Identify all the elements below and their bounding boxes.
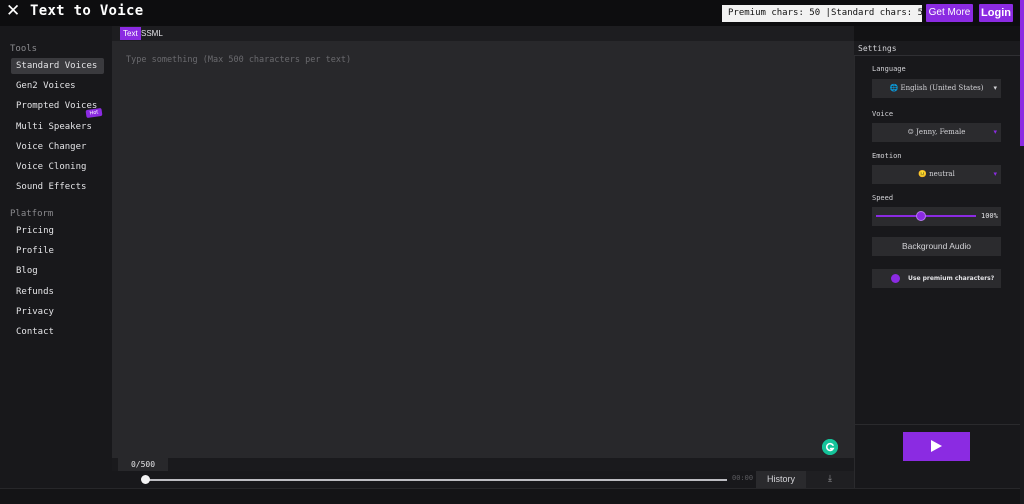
sidebar-item-pricing[interactable]: Pricing	[11, 223, 104, 239]
bottom-bar	[0, 488, 1024, 504]
sidebar-item-sound-effects[interactable]: Sound Effects	[11, 179, 104, 195]
background-audio-button[interactable]: Background Audio	[872, 237, 1001, 256]
sidebar-item-profile[interactable]: Profile	[11, 243, 104, 259]
premium-characters-toggle[interactable]: Use premium characters?	[872, 269, 1001, 288]
sidebar-item-contact[interactable]: Contact	[11, 324, 104, 340]
speed-value: 100%	[981, 212, 998, 220]
sidebar-item-privacy[interactable]: Privacy	[11, 304, 104, 320]
speed-track[interactable]	[876, 215, 976, 217]
play-button[interactable]	[903, 432, 970, 461]
sidebar-item-refunds[interactable]: Refunds	[11, 284, 104, 300]
playback-time: 00:00	[732, 474, 754, 482]
chevron-down-icon: ▾	[993, 128, 997, 136]
page-title: Text to Voice	[30, 3, 144, 19]
scrollbar-thumb[interactable]	[1020, 0, 1024, 146]
scrollbar[interactable]	[1020, 0, 1024, 504]
premium-toggle-label: Use premium characters?	[908, 275, 995, 282]
chevron-down-icon: ▾	[993, 170, 997, 178]
language-select[interactable]: 🌐 English (United States) ▾	[872, 79, 1001, 98]
text-input[interactable]	[112, 41, 854, 458]
emotion-select[interactable]: 😐 neutral ▾	[872, 165, 1001, 184]
sidebar-item-blog[interactable]: Blog	[11, 263, 104, 279]
history-button[interactable]: History	[756, 471, 806, 488]
toggle-radio-icon[interactable]	[891, 274, 900, 283]
character-counter: 0/500	[118, 458, 168, 471]
app-root: ✕ Text to Voice Premium chars: 50 |Stand…	[0, 0, 1024, 504]
sidebar-item-standard-voices[interactable]: Standard Voices	[11, 58, 104, 74]
text-editor-panel	[112, 41, 854, 458]
play-icon	[931, 440, 942, 452]
sidebar-item-multi-speakers[interactable]: Multi Speakers	[11, 119, 104, 135]
login-button[interactable]: Login	[979, 4, 1013, 22]
sidebar-item-voice-cloning[interactable]: Voice Cloning	[11, 159, 104, 175]
top-bar: ✕ Text to Voice Premium chars: 50 |Stand…	[0, 0, 1024, 26]
sidebar-section-tools: Tools	[10, 44, 38, 54]
audio-player: 00:00 History ⤓	[112, 471, 856, 488]
speed-thumb[interactable]	[916, 211, 926, 221]
sidebar-item-voice-changer[interactable]: Voice Changer	[11, 139, 104, 155]
character-balance: Premium chars: 50 |Standard chars: 5K	[722, 5, 922, 22]
voice-value: ☺ Jenny, Female	[907, 128, 966, 136]
counter-strip: 0/500	[112, 458, 854, 471]
speed-label: Speed	[872, 194, 894, 202]
grammarly-icon[interactable]	[822, 439, 838, 455]
emotion-label: Emotion	[872, 152, 902, 160]
download-icon[interactable]: ⤓	[806, 471, 854, 488]
language-value: 🌐 English (United States)	[889, 84, 984, 92]
seek-track[interactable]	[144, 479, 727, 481]
settings-title: Settings	[854, 41, 1020, 56]
tab-ssml[interactable]: SSML	[141, 27, 163, 40]
get-more-button[interactable]: Get More	[926, 4, 973, 22]
sidebar-section-platform: Platform	[10, 209, 54, 219]
sidebar-item-gen2-voices[interactable]: Gen2 Voices	[11, 78, 104, 94]
language-label: Language	[872, 65, 906, 73]
settings-panel	[854, 41, 1020, 488]
seek-thumb[interactable]	[141, 475, 150, 484]
chevron-down-icon: ▾	[993, 84, 997, 92]
tab-text[interactable]: Text	[120, 27, 141, 40]
voice-select[interactable]: ☺ Jenny, Female ▾	[872, 123, 1001, 142]
voice-label: Voice	[872, 110, 894, 118]
speed-slider[interactable]: 100%	[872, 207, 1001, 226]
mode-tabs: Text SSML	[112, 26, 854, 41]
close-icon[interactable]: ✕	[6, 3, 20, 20]
emotion-value: 😐 neutral	[918, 170, 955, 178]
